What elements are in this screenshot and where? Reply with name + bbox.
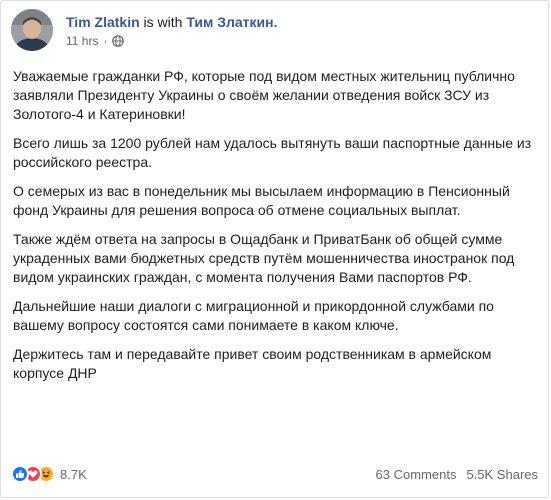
- post-body: Уважаемые гражданки РФ, которые под видо…: [13, 67, 541, 393]
- comments-count[interactable]: 63 Comments: [376, 467, 457, 482]
- post-paragraph: Дальнейшие наши диалоги с миграционной и…: [13, 298, 494, 333]
- post-paragraph: О семерых из вас в понедельник мы высыла…: [13, 183, 510, 218]
- post-header: Tim Zlatkin is with Тим Златкин. 11 hrs …: [11, 9, 531, 55]
- reactions-summary[interactable]: 8.7K: [11, 465, 87, 483]
- post-paragraph: Также ждём ответа на запросы в Ощадбанк …: [13, 231, 515, 285]
- globe-icon[interactable]: [112, 35, 125, 47]
- post-timestamp[interactable]: 11 hrs: [66, 33, 98, 49]
- reactions-count: 8.7K: [60, 466, 87, 482]
- meta-separator: ·: [103, 34, 108, 48]
- avatar-photo: [11, 9, 53, 51]
- with-label: is with: [143, 14, 183, 30]
- like-reaction-icon: [11, 465, 29, 483]
- post-footer: 8.7K 63 Comments 5.5K Shares: [11, 461, 538, 487]
- post-paragraph: Держитесь там и передавайте привет своим…: [13, 346, 492, 381]
- post-meta: 11 hrs ·: [66, 33, 125, 49]
- facebook-post: Tim Zlatkin is with Тим Златкин. 11 hrs …: [0, 0, 549, 498]
- name-line: Tim Zlatkin is with Тим Златкин.: [66, 13, 277, 31]
- post-paragraph: Всего лишь за 1200 рублей нам удалось вы…: [13, 135, 532, 170]
- author-name[interactable]: Tim Zlatkin: [66, 14, 140, 30]
- shares-count[interactable]: 5.5K Shares: [466, 467, 538, 482]
- avatar[interactable]: [11, 9, 53, 51]
- tagged-person[interactable]: Тим Златкин.: [186, 14, 277, 30]
- post-paragraph: Уважаемые гражданки РФ, которые под видо…: [13, 68, 515, 122]
